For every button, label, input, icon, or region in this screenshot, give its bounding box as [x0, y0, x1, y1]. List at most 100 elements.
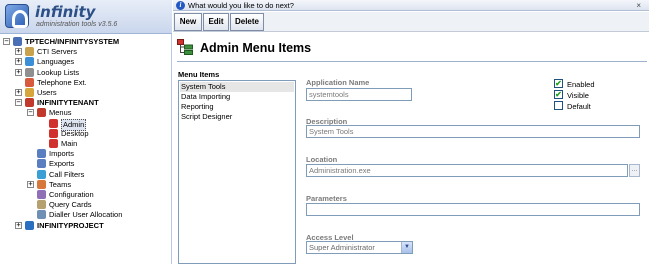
tree-item[interactable]: + CTI Servers [0, 47, 172, 57]
tree-item[interactable]: + Users [0, 88, 172, 98]
menu-list-item[interactable]: Script Designer [180, 112, 232, 122]
checkbox-label-enabled: Enabled [567, 80, 595, 89]
application-name-field[interactable]: systemtools [306, 88, 412, 101]
menu-list-item[interactable]: Data Importing [180, 92, 230, 102]
tree-item[interactable]: Desktop [0, 128, 172, 139]
tree-item[interactable]: Telephone Ext. [0, 77, 172, 88]
browse-button[interactable]: ... [629, 164, 640, 177]
menu-items-label: Menu Items [178, 70, 220, 79]
query-cards-icon [37, 200, 46, 210]
checkbox-label-default: Default [567, 102, 591, 111]
checkbox-default[interactable] [554, 101, 563, 110]
collapse-icon[interactable]: − [27, 109, 34, 117]
menu-items-list[interactable]: System Tools Data Importing Reporting Scrip… [178, 80, 296, 264]
tree-item-label: TPTECH/INFINITYSYSTEM [25, 37, 120, 46]
menu-item-icon [49, 139, 58, 148]
app-version: administration tools v3.5.6 [36, 21, 118, 28]
title-divider [177, 61, 647, 62]
tree-item[interactable]: + Lookup Lists [0, 67, 172, 78]
expand-icon[interactable]: + [15, 58, 22, 66]
toolbar: New Edit Delete [173, 12, 649, 32]
info-icon: i [176, 1, 185, 10]
tree-item[interactable]: Imports [0, 149, 172, 159]
teams-icon [37, 179, 46, 189]
dialler-icon [37, 210, 46, 220]
expand-icon[interactable]: + [15, 68, 22, 76]
tree-item[interactable]: + Languages [0, 57, 172, 67]
expand-icon[interactable]: + [15, 48, 22, 56]
call-filters-icon [37, 169, 46, 179]
tree-item[interactable]: Query Cards [0, 200, 172, 210]
tree-item-label: CTI Servers [37, 47, 78, 57]
tree-item[interactable]: Admin [0, 118, 172, 131]
tenant-icon [25, 98, 34, 108]
question-bar: i What would you like to do next? × [173, 0, 649, 11]
app-brand-header: infinity administration tools v3.5.6 [0, 0, 172, 34]
project-icon [25, 220, 34, 230]
app-name: infinity [35, 3, 96, 21]
imports-icon [37, 149, 46, 159]
collapse-icon[interactable]: − [3, 38, 10, 45]
tree-item-label: Dialler User Allocation [49, 210, 123, 220]
access-level-value: Super Administrator [309, 243, 375, 252]
tree-item-label: Call Filters [49, 169, 85, 179]
new-button[interactable]: New [174, 13, 202, 31]
tree-item-label: Menus [49, 108, 72, 118]
expand-icon[interactable]: + [15, 221, 22, 229]
tree-item[interactable]: Exports [0, 159, 172, 169]
parameters-label: Parameters [306, 194, 347, 203]
chevron-down-icon[interactable]: ▼ [401, 242, 412, 253]
languages-icon [25, 57, 34, 67]
users-icon [25, 88, 34, 97]
cti-servers-icon [25, 47, 34, 57]
application-name-label: Application Name [306, 78, 370, 87]
tree-item-label: INFINITYPROJECT [37, 220, 104, 230]
question-text[interactable]: What would you like to do next? [188, 1, 294, 10]
server-icon [13, 37, 22, 46]
description-field[interactable]: System Tools [306, 125, 640, 138]
menu-item-icon [49, 118, 58, 128]
tree-item-label: Configuration [49, 190, 94, 199]
parameters-field[interactable] [306, 203, 640, 216]
tree-item-label: Main [61, 139, 78, 148]
configuration-icon [37, 190, 46, 199]
page-title: Admin Menu Items [200, 41, 312, 55]
tree-item[interactable]: Configuration [0, 190, 172, 200]
tree-item-label: Desktop [61, 128, 89, 138]
tree-item[interactable]: − TPTECH/INFINITYSYSTEM [0, 37, 172, 47]
checkbox-visible[interactable]: ✔ [554, 90, 563, 99]
expand-icon[interactable]: + [27, 180, 34, 188]
tree-item-label: Telephone Ext. [37, 77, 87, 87]
tree-item-label: Imports [49, 149, 75, 159]
tree-item[interactable]: Call Filters [0, 169, 172, 180]
edit-button[interactable]: Edit [203, 13, 229, 31]
tree-item[interactable]: Dialler User Allocation [0, 210, 172, 220]
main-content: Admin Menu Items Menu Items System Tools… [173, 33, 649, 264]
menu-items-icon [177, 39, 193, 55]
menu-item-icon [49, 128, 58, 138]
tree-item-label: Teams [49, 179, 72, 189]
tree-item-label: Languages [37, 57, 75, 67]
collapse-icon[interactable]: − [15, 99, 22, 107]
lookup-lists-icon [25, 67, 34, 77]
access-level-select[interactable]: Super Administrator ▼ [306, 241, 413, 254]
location-field[interactable]: Administration.exe [306, 164, 628, 177]
location-label: Location [306, 155, 338, 164]
menu-list-item[interactable]: System Tools [180, 82, 294, 92]
tree-item[interactable]: Main [0, 139, 172, 149]
menus-icon [37, 108, 46, 118]
navigation-sidebar: infinity administration tools v3.5.6 − TP… [0, 0, 172, 264]
tree-item-label: INFINITYTENANT [37, 98, 99, 108]
menu-list-item[interactable]: Reporting [180, 102, 214, 112]
expand-icon[interactable]: + [15, 89, 22, 96]
tree-item[interactable]: + INFINITYPROJECT [0, 220, 172, 231]
telephone-icon [25, 77, 34, 87]
tree-item[interactable]: − Menus [0, 108, 172, 118]
checkbox-enabled[interactable]: ✔ [554, 79, 563, 88]
delete-button[interactable]: Delete [230, 13, 264, 31]
close-icon[interactable]: × [636, 1, 641, 10]
checkbox-label-visible: Visible [567, 91, 589, 100]
tree-item-label: Exports [49, 159, 75, 169]
tree-item[interactable]: − INFINITYTENANT [0, 98, 172, 108]
tree-item[interactable]: + Teams [0, 179, 172, 190]
